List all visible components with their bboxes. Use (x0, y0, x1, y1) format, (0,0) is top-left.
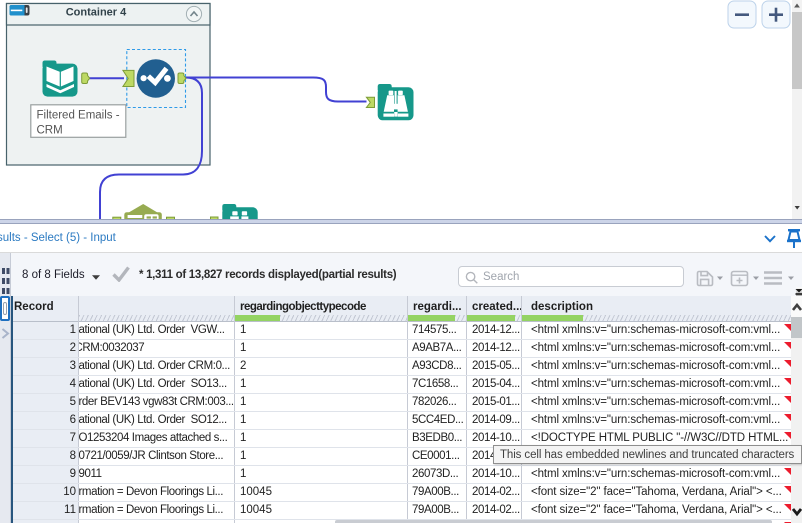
svg-text:CRM: CRM (37, 125, 63, 137)
svg-text:Container 4: Container 4 (66, 7, 127, 19)
svg-text:Filtered Emails -: Filtered Emails - (37, 110, 120, 122)
